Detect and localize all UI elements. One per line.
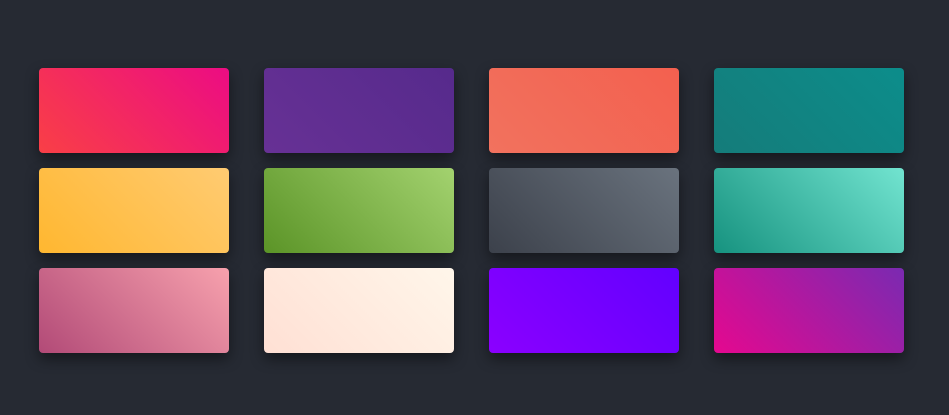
swatch-red-pink[interactable]	[39, 68, 229, 153]
swatch-coral[interactable]	[489, 68, 679, 153]
swatch-teal[interactable]	[714, 68, 904, 153]
swatch-violet[interactable]	[489, 268, 679, 353]
swatch-green[interactable]	[264, 168, 454, 253]
swatch-magenta[interactable]	[714, 268, 904, 353]
swatch-purple[interactable]	[264, 68, 454, 153]
swatch-cream[interactable]	[264, 268, 454, 353]
swatch-slate[interactable]	[489, 168, 679, 253]
swatch-aqua[interactable]	[714, 168, 904, 253]
swatch-rose[interactable]	[39, 268, 229, 353]
swatch-yellow[interactable]	[39, 168, 229, 253]
gradient-swatch-grid	[39, 68, 904, 353]
